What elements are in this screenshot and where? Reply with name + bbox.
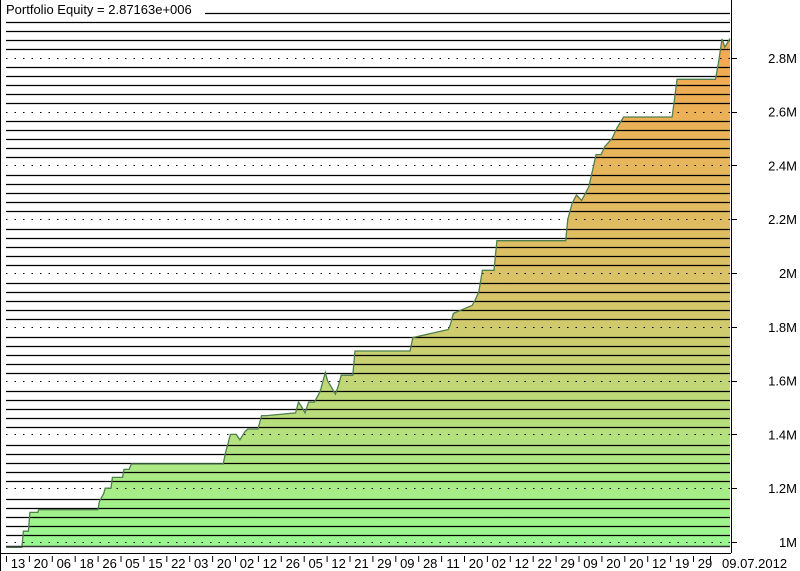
x-tick-label: 26 [286,556,300,571]
x-tick-label: 20 [34,556,48,571]
y-tick-label: 2.8M [768,51,797,66]
x-tick-label: 20 [217,556,231,571]
y-tick-label: 2M [779,266,797,281]
x-tick-label: 21 [354,556,368,571]
chart-title: Portfolio Equity = 2.87163e+006 [6,2,194,17]
x-tick-label: 05 [308,556,322,571]
x-tick-label: 12 [263,556,277,571]
x-tick-label: 19 [675,556,689,571]
x-tick-label: 29 [698,556,712,571]
x-tick-label: 20 [629,556,643,571]
x-tick-label: 09.07.2012 [722,556,787,571]
y-tick-label: 1.6M [768,374,797,389]
x-tick-label: 20 [469,556,483,571]
y-tick-label: 2.6M [768,105,797,120]
x-tick-label: 13 [11,556,25,571]
y-tick-label: 2.2M [768,212,797,227]
x-tick-label: 18 [79,556,93,571]
equity-chart-svg: 1M 1.2M 1.4M 1.6M 1.8M 2M 2.2M 2.4M 2.6M 2.8M 13 2… [0,0,797,571]
y-tick-label: 1.2M [768,481,797,496]
x-tick-label: 02 [240,556,254,571]
x-tick-label: 12 [652,556,666,571]
x-tick-label: 11 [446,556,460,571]
x-tick-label: 09 [583,556,597,571]
x-tick-label: 29 [377,556,391,571]
y-tick-label: 1.8M [768,320,797,335]
x-tick-label: 26 [102,556,116,571]
x-tick-label: 20 [606,556,620,571]
x-tick-label: 22 [171,556,185,571]
x-tick-label: 09 [400,556,414,571]
y-tick-label: 1M [779,535,797,550]
x-tick-label: 22 [537,556,551,571]
x-tick-label: 28 [423,556,437,571]
x-tick-label: 29 [560,556,574,571]
equity-chart: 1M 1.2M 1.4M 1.6M 1.8M 2M 2.2M 2.4M 2.6M 2.8M 13 2… [0,0,800,571]
y-tick-label: 2.4M [768,158,797,173]
x-tick-label: 15 [148,556,162,571]
x-tick-label: 12 [515,556,529,571]
x-tick-label: 06 [57,556,71,571]
y-tick-label: 1.4M [768,427,797,442]
x-tick-label: 12 [331,556,345,571]
x-tick-label: 02 [492,556,506,571]
x-tick-label: 03 [194,556,208,571]
x-tick-label: 05 [125,556,139,571]
